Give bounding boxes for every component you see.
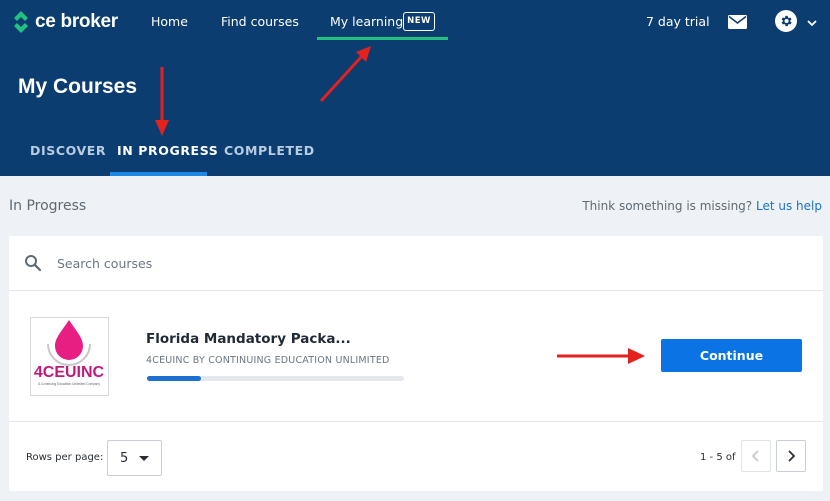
search-icon [24,254,42,272]
tab-in-progress[interactable]: IN PROGRESS [117,143,218,158]
prev-page-button[interactable] [741,440,771,472]
chevron-left-icon [751,450,759,462]
rows-per-page-label: Rows per page: [26,452,104,463]
search-bar [9,236,823,291]
caret-down-icon [139,456,149,461]
progress-fill [147,376,201,381]
settings-button[interactable] [775,10,797,32]
course-logo: 4CEUINC A Continuing Education Unlimited… [30,317,109,396]
page-title: My Courses [18,75,138,98]
active-nav-indicator [317,37,448,40]
search-input[interactable] [57,250,797,276]
next-page-button[interactable] [776,440,806,472]
gear-icon [781,15,792,27]
new-badge: NEW [403,12,435,31]
app-header: ce broker Home Find courses My learning … [0,0,830,176]
page-range: 1 - 5 of [700,452,736,463]
top-nav: ce broker Home Find courses My learning … [0,0,830,44]
course-tabs: DISCOVER IN PROGRESS COMPLETED [0,130,830,176]
courses-card: 4CEUINC A Continuing Education Unlimited… [9,236,823,491]
logo-mark-icon [12,11,30,33]
trial-link[interactable]: 7 day trial [646,14,710,29]
active-tab-indicator [110,172,207,176]
missing-text: Think something is missing? [582,199,753,213]
nav-find-courses[interactable]: Find courses [221,14,299,29]
logo-wordmark: 4CEUINC [34,364,105,381]
mail-icon[interactable] [728,14,747,29]
course-title[interactable]: Florida Mandatory Packa... [146,331,351,347]
rows-per-page-select[interactable]: 5 [107,440,162,476]
course-provider: 4CEUINC BY CONTINUING EDUCATION UNLIMITE… [146,355,390,366]
section-title: In Progress [9,198,87,214]
brand-logo[interactable]: ce broker [12,10,118,34]
logo-tagline: A Continuing Education Unlimited Company [38,382,100,386]
progress-bar [147,376,404,381]
chevron-down-icon[interactable] [806,14,818,27]
missing-prompt: Think something is missing? Let us help [582,199,822,213]
continue-button[interactable]: Continue [661,339,802,372]
chevron-right-icon [788,450,796,462]
course-row: 4CEUINC A Continuing Education Unlimited… [9,292,823,422]
nav-home[interactable]: Home [151,14,188,29]
pagination: Rows per page: 5 1 - 5 of [9,423,823,491]
tab-completed[interactable]: COMPLETED [224,143,315,158]
help-link[interactable]: Let us help [756,199,822,213]
logo-text: ce broker [35,11,118,32]
tab-discover[interactable]: DISCOVER [30,143,106,158]
nav-my-learning[interactable]: My learning [330,14,403,29]
rows-per-page-value: 5 [120,451,129,466]
